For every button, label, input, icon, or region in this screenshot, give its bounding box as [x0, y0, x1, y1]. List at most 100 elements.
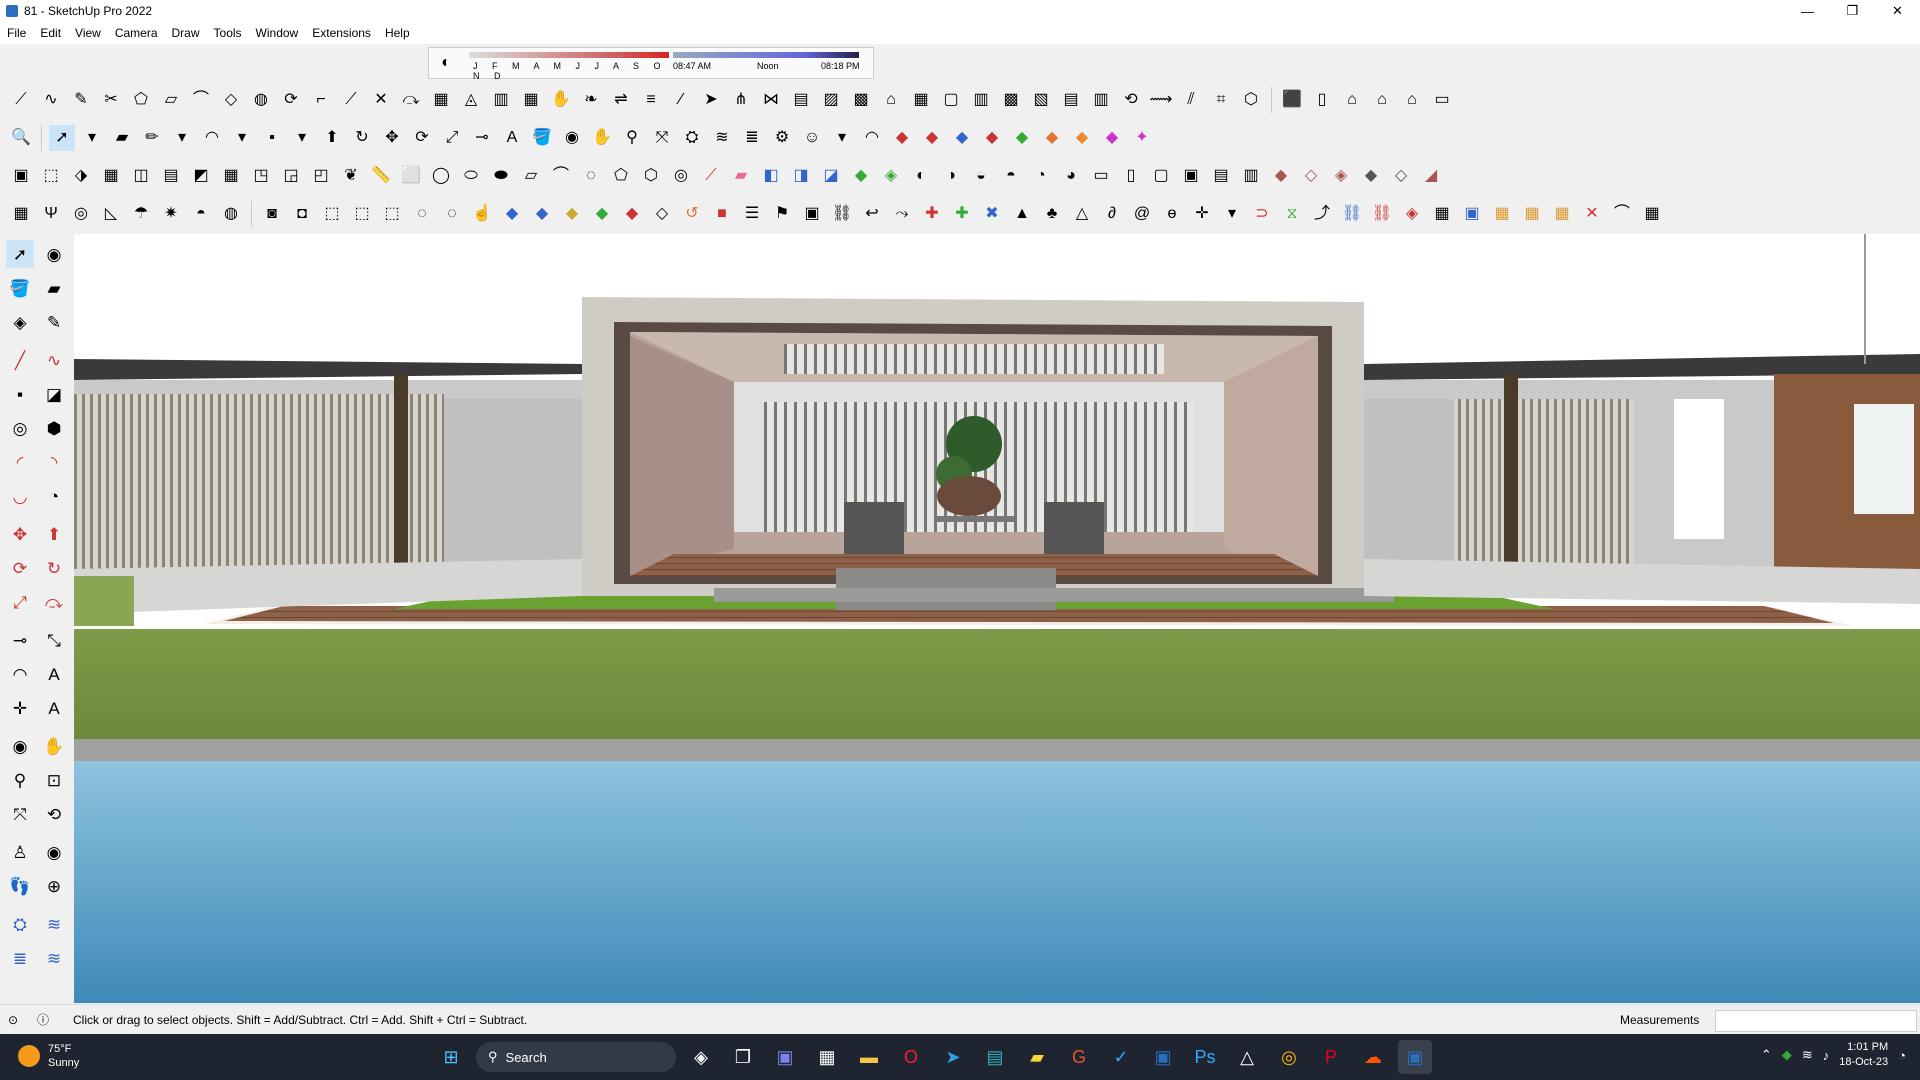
file-explorer-icon[interactable]: ▬ [852, 1040, 886, 1074]
ext-manager-icon[interactable]: ≋ [40, 944, 68, 972]
link-red-icon[interactable]: ⛓ [1369, 201, 1395, 227]
eraser-icon[interactable]: ✎ [68, 87, 94, 113]
push-pull-left-icon[interactable]: ⬆ [40, 520, 68, 548]
copilot-icon[interactable]: ◈ [684, 1040, 718, 1074]
house-front-icon[interactable]: ⌂ [1369, 87, 1395, 113]
material-4-icon[interactable]: ◆ [1358, 163, 1384, 189]
sync-icon[interactable]: ⚙ [769, 125, 795, 151]
panel-blue-icon[interactable]: ▣ [1459, 201, 1485, 227]
3d-text-icon[interactable]: A [40, 694, 68, 722]
grid-orange-2-icon[interactable]: ▦ [1519, 201, 1545, 227]
material-6-icon[interactable]: ◢ [1418, 163, 1444, 189]
tree-icon[interactable]: ♣ [1039, 201, 1065, 227]
look-around-icon[interactable]: ◉ [40, 838, 68, 866]
solid-2-icon[interactable]: ◑ [938, 163, 964, 189]
pie-icon[interactable]: ◔ [40, 482, 68, 510]
orange-tool-icon[interactable]: ◆ [1039, 125, 1065, 151]
facade-icon[interactable]: ▦ [908, 87, 934, 113]
flip-icon[interactable]: ⇌ [608, 87, 634, 113]
corner-icon[interactable]: ⌐ [308, 87, 334, 113]
close-button[interactable]: ✕ [1875, 0, 1920, 22]
rotate-icon[interactable]: ⟳ [409, 125, 435, 151]
hook-red-icon[interactable]: ⊃ [1249, 201, 1275, 227]
style-10-icon[interactable]: ◲ [278, 163, 304, 189]
arc-dropdown-icon[interactable]: ▾ [229, 125, 255, 151]
garage-icon[interactable]: ▭ [1429, 87, 1455, 113]
vscode-icon[interactable]: ✓ [1104, 1040, 1138, 1074]
blue-plane-1-icon[interactable]: ◆ [499, 201, 525, 227]
axis-icon[interactable]: ✛ [1189, 201, 1215, 227]
lamp-icon[interactable]: Ψ [38, 201, 64, 227]
wall-icon[interactable]: ▤ [788, 87, 814, 113]
line-tool-icon[interactable]: ╱ [6, 346, 34, 374]
blue-tool-icon[interactable]: ◆ [949, 125, 975, 151]
blue-plane-2-icon[interactable]: ◆ [529, 201, 555, 227]
hatch-icon[interactable]: ▨ [818, 87, 844, 113]
maximize-button[interactable]: ❐ [1830, 0, 1875, 22]
shape-1-icon[interactable]: ⬜ [398, 163, 424, 189]
tag-icon[interactable]: ✎ [40, 308, 68, 336]
path-icon[interactable]: ⤳ [889, 201, 915, 227]
grid-select-icon[interactable]: ▦ [1639, 201, 1665, 227]
grid-icon[interactable]: ▦ [518, 87, 544, 113]
burst-icon[interactable]: ✷ [158, 201, 184, 227]
arrow-icon[interactable]: ➤ [698, 87, 724, 113]
select-tool-icon[interactable]: ➚ [6, 240, 34, 268]
push-pull-icon[interactable]: ⬆ [319, 125, 345, 151]
scale-icon[interactable]: ⤢ [439, 125, 465, 151]
cross-green-icon[interactable]: ✚ [949, 201, 975, 227]
solid-6-icon[interactable]: ◕ [1058, 163, 1084, 189]
arm-icon[interactable]: ⤴ [1309, 201, 1335, 227]
warp-icon[interactable]: ⟿ [1148, 87, 1174, 113]
paint-bucket-icon[interactable]: 🪣 [529, 125, 555, 151]
rectangle-left-icon[interactable]: ▪ [6, 380, 34, 408]
menu-file[interactable]: File [0, 26, 33, 40]
section-2-icon[interactable]: ◨ [788, 163, 814, 189]
pan-icon[interactable]: ✋ [589, 125, 615, 151]
volume-icon[interactable]: ♪ [1823, 1048, 1830, 1063]
previous-view-icon[interactable]: ⟲ [40, 800, 68, 828]
view-iso-icon[interactable]: ⬚ [319, 201, 345, 227]
dimension-icon[interactable]: ⤡ [40, 626, 68, 654]
style-8-icon[interactable]: ▦ [218, 163, 244, 189]
axes-icon[interactable]: ✛ [6, 694, 34, 722]
curve-icon[interactable]: ⟳ [278, 87, 304, 113]
style-3-icon[interactable]: ⬗ [68, 163, 94, 189]
terrain-2-icon[interactable]: ◈ [878, 163, 904, 189]
menu-tools[interactable]: Tools [207, 26, 249, 40]
gdrive-app-icon[interactable]: G [1062, 1040, 1096, 1074]
shape-8-icon[interactable]: ⬠ [608, 163, 634, 189]
material-3-icon[interactable]: ◈ [1328, 163, 1354, 189]
scene-2-icon[interactable]: ▯ [1118, 163, 1144, 189]
opera-icon[interactable]: O [894, 1040, 928, 1074]
shadow-settings-bar[interactable]: ◐ J F M A M J J A S O N D 08:47 AM Noon … [428, 47, 874, 81]
dna-icon[interactable]: ⧖ [1279, 201, 1305, 227]
menu-draw[interactable]: Draw [165, 26, 207, 40]
task-view-icon[interactable]: ❐ [726, 1040, 760, 1074]
arc-2-icon[interactable]: ◝ [40, 448, 68, 476]
walk-icon[interactable]: 👣 [6, 872, 34, 900]
autodesk-icon[interactable]: △ [1230, 1040, 1264, 1074]
sketchup-taskbar-2-icon[interactable]: ▣ [1146, 1040, 1180, 1074]
curl-icon[interactable]: ∂ [1099, 201, 1125, 227]
link-blue-icon[interactable]: ⛓ [1339, 201, 1365, 227]
start-icon[interactable]: ⊞ [434, 1040, 468, 1074]
warehouse-left-icon[interactable]: ⛭ [6, 910, 34, 938]
style-1-icon[interactable]: ▣ [8, 163, 34, 189]
mesh-icon[interactable]: ▩ [998, 87, 1024, 113]
section-1-icon[interactable]: ◧ [758, 163, 784, 189]
eraser-left-icon[interactable]: ▰ [40, 274, 68, 302]
triangle-icon[interactable]: △ [1069, 201, 1095, 227]
menu-window[interactable]: Window [249, 26, 306, 40]
view-front-icon[interactable]: ⬚ [379, 201, 405, 227]
warehouse-icon[interactable]: ⛭ [679, 125, 705, 151]
shape-6-icon[interactable]: ⌒ [548, 163, 574, 189]
zoom-icon[interactable]: ⚲ [619, 125, 645, 151]
cross-red-icon[interactable]: ✚ [919, 201, 945, 227]
scene-1-icon[interactable]: ▭ [1088, 163, 1114, 189]
x-blue-icon[interactable]: ✖ [979, 201, 1005, 227]
scene-6-icon[interactable]: ▥ [1238, 163, 1264, 189]
select-arrow-icon[interactable]: ➚ [49, 125, 75, 151]
home-icon[interactable]: ⌂ [1339, 87, 1365, 113]
user-icon[interactable]: ☺ [799, 125, 825, 151]
